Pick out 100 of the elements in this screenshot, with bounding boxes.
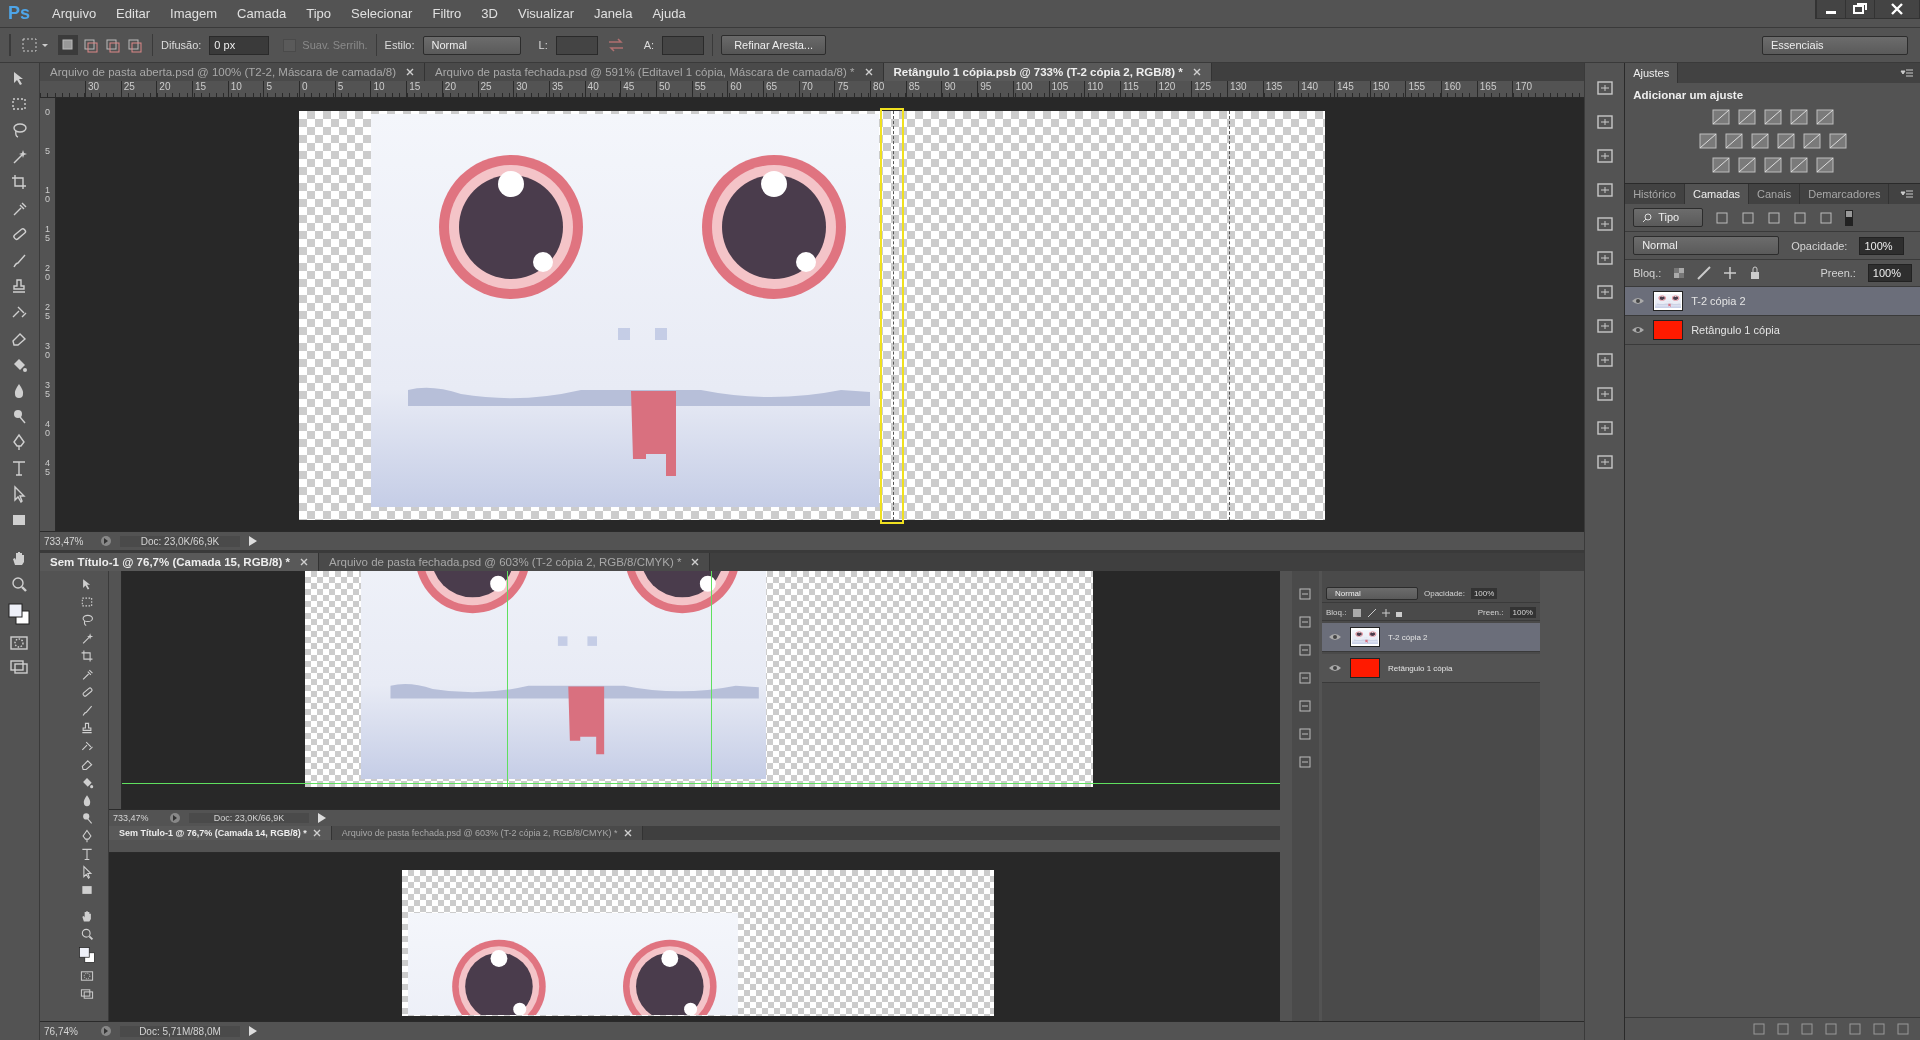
menu-item[interactable]: Selecionar xyxy=(351,6,413,21)
panel-tab[interactable]: Ajustes xyxy=(1625,63,1679,83)
document-tab[interactable]: Sem Título-1 @ 76,7% (Camada 14, RGB/8) * xyxy=(109,826,332,840)
document-tab[interactable]: Arquivo de pasta fechada.psd @ 603% (T-2 cópia 2, RGB/8/CMYK) * xyxy=(319,553,711,571)
value-field[interactable]: 100% xyxy=(1867,264,1912,282)
filter-dropdown[interactable]: Tipo xyxy=(1633,208,1704,227)
brush-icon[interactable] xyxy=(1697,266,1712,280)
menu-item[interactable]: Visualizar xyxy=(517,6,575,21)
crop-tool-icon[interactable] xyxy=(80,649,95,663)
ruler-number: 125 xyxy=(1191,80,1227,97)
stamp-icon[interactable] xyxy=(80,721,95,735)
brush-icon[interactable] xyxy=(80,703,95,717)
ruler-number: 140 xyxy=(1298,80,1335,97)
marquee-tool-icon[interactable] xyxy=(80,595,95,609)
menu-item[interactable]: Ajuda xyxy=(652,6,686,21)
play-icon[interactable] xyxy=(248,1025,258,1037)
height-field[interactable] xyxy=(662,35,705,55)
value-field[interactable]: 100% xyxy=(1509,607,1536,618)
layer-thumbnail xyxy=(1350,658,1380,678)
ruler-number: 10 xyxy=(45,185,50,206)
menu-item[interactable]: Arquivo xyxy=(52,6,97,21)
crop-tool-icon[interactable] xyxy=(10,173,29,191)
dropdown[interactable]: Normal xyxy=(1326,587,1418,600)
layer-name: T-2 cópia 2 xyxy=(1691,295,1746,307)
menu-item[interactable]: Tipo xyxy=(306,6,331,21)
layer-row[interactable]: T-2 cópia 2 xyxy=(1322,623,1540,652)
quick-mask-icon[interactable] xyxy=(9,635,30,651)
refine-edge-button[interactable]: Refinar Aresta... xyxy=(721,35,826,55)
marquee-tool-icon[interactable] xyxy=(10,95,29,113)
eye-icon[interactable] xyxy=(1328,663,1342,673)
eraser-icon[interactable] xyxy=(80,757,95,771)
dropdown[interactable]: Normal xyxy=(1633,236,1780,255)
value-field[interactable]: 100% xyxy=(1470,588,1498,599)
filter-label: Tipo xyxy=(1658,210,1680,225)
feather-label: Difusão: xyxy=(161,39,202,51)
layer-row[interactable]: Retângulo 1 cópia xyxy=(1322,654,1540,683)
panel-heading: Adicionar um ajuste xyxy=(1633,89,1744,101)
document-tab[interactable]: Arquivo de pasta aberta.psd @ 100% (T2-2, Máscara de camada/8) xyxy=(40,63,425,81)
play-icon[interactable] xyxy=(248,535,258,548)
quick-mask-icon[interactable] xyxy=(80,969,95,983)
height-label: A: xyxy=(643,39,655,51)
panel-tab[interactable]: Camadas xyxy=(1684,184,1750,204)
layer-row[interactable]: T-2 cópia 2 xyxy=(1625,287,1920,316)
panel-menu-icon[interactable] xyxy=(1900,68,1914,78)
document-tab[interactable]: Sem Título-1 @ 76,7% (Camada 15, RGB/8) * xyxy=(40,553,319,571)
screen-mode-icon[interactable] xyxy=(9,659,30,675)
marquee-tool-icon[interactable] xyxy=(20,36,50,54)
share-icon[interactable] xyxy=(169,812,181,824)
menu-item[interactable]: 3D xyxy=(481,6,498,21)
eyedropper-icon[interactable] xyxy=(80,667,95,681)
filter-toggle-icon[interactable] xyxy=(1845,209,1854,226)
eye-icon[interactable] xyxy=(1328,632,1342,642)
panel-tab[interactable]: Canais xyxy=(1749,184,1801,204)
lock-label: Bloq.: xyxy=(1326,608,1347,617)
menu-item[interactable]: Camada xyxy=(237,6,287,21)
zoom-icon[interactable] xyxy=(10,575,29,593)
dropdown[interactable]: Normal xyxy=(422,35,521,55)
bandage-icon[interactable] xyxy=(80,685,95,699)
eye-icon[interactable] xyxy=(1631,325,1646,335)
history-brush-icon[interactable] xyxy=(80,739,95,753)
color-swatches-icon[interactable] xyxy=(7,601,32,627)
new-selection-icon[interactable] xyxy=(58,35,78,55)
screen-mode-icon[interactable] xyxy=(80,987,95,1001)
share-icon[interactable] xyxy=(100,535,112,548)
dodge-tool-icon[interactable] xyxy=(80,811,95,825)
lasso-tool-icon[interactable] xyxy=(80,613,95,627)
eye-icon[interactable] xyxy=(1631,296,1646,306)
menu-item[interactable]: Janela xyxy=(594,6,633,21)
document-tab[interactable]: Arquivo de pasta fechada.psd @ 591% (Editavel 1 cópia, Máscara de camada/8) * xyxy=(425,63,884,81)
color-swatches-icon[interactable] xyxy=(78,945,97,965)
zoom-level: 733,47% xyxy=(44,535,85,547)
width-field[interactable] xyxy=(555,35,598,55)
ruler-number: 55 xyxy=(691,80,728,97)
feather-field[interactable]: 0 px xyxy=(209,35,270,55)
panel-tab[interactable]: Demarcadores xyxy=(1800,184,1890,204)
menu-item[interactable]: Editar xyxy=(116,6,151,21)
lock-icon[interactable] xyxy=(1749,266,1762,280)
document-tab[interactable]: Retângulo 1 cópia.psb @ 733% (T-2 cópia 2, RGB/8) * xyxy=(883,63,1212,81)
play-icon[interactable] xyxy=(317,812,327,824)
menu-item[interactable]: Filtro xyxy=(432,6,462,21)
dropdown[interactable]: Essenciais xyxy=(1762,35,1908,55)
document-tab[interactable]: Arquivo de pasta fechada.psd @ 603% (T-2 cópia 2, RGB/8/CMYK) * xyxy=(331,826,643,840)
layer-name: Retângulo 1 cópia xyxy=(1691,324,1780,336)
ruler-number: 95 xyxy=(977,80,1013,97)
panel-menu-icon[interactable] xyxy=(1900,189,1914,199)
bandage-icon[interactable] xyxy=(10,225,29,243)
zoom-icon[interactable] xyxy=(80,927,95,941)
ruler-number: 10 xyxy=(227,80,264,97)
panel-tab[interactable]: Histórico xyxy=(1625,184,1685,204)
lock-transparent-icon[interactable] xyxy=(1673,267,1686,279)
type-tool-icon[interactable] xyxy=(80,847,95,861)
value-field[interactable]: 100% xyxy=(1859,236,1904,255)
menu-item[interactable]: Imagem xyxy=(170,6,218,21)
style-label: Estilo: xyxy=(384,39,415,51)
share-icon[interactable] xyxy=(100,1025,112,1037)
move-icon[interactable] xyxy=(1723,266,1738,280)
lasso-tool-icon[interactable] xyxy=(10,121,29,139)
rectangle-tool-icon[interactable] xyxy=(80,883,95,897)
path-selection-icon[interactable] xyxy=(80,865,95,879)
lock-icons[interactable] xyxy=(1352,607,1405,618)
